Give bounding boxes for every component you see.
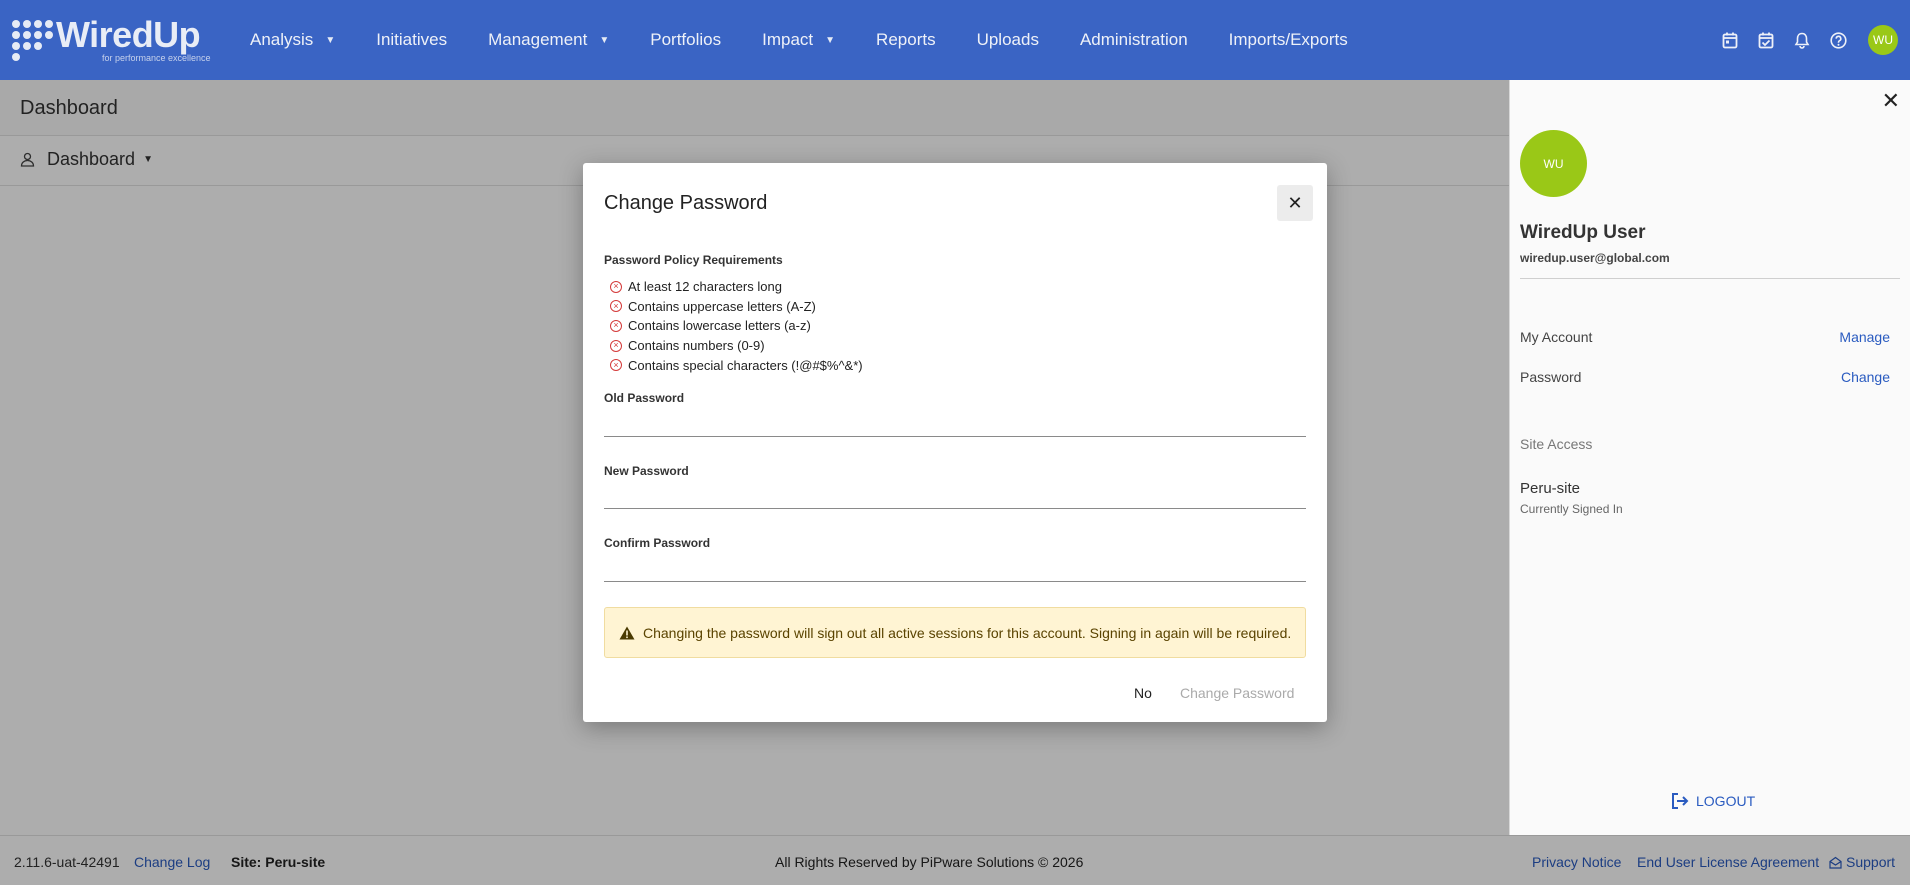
manage-account-link[interactable]: Manage — [1839, 329, 1890, 345]
caret-down-icon: ▼ — [325, 34, 336, 46]
logout-icon — [1670, 792, 1690, 810]
policy-item: × Contains uppercase letters (A-Z) — [604, 297, 863, 317]
close-icon[interactable]: ✕ — [1882, 88, 1900, 114]
nav-initiatives[interactable]: Initiatives — [376, 30, 447, 50]
bell-icon[interactable] — [1792, 30, 1812, 50]
nav-label: Management — [488, 30, 588, 49]
policy-text: Contains lowercase letters (a-z) — [628, 318, 811, 334]
main-nav: Analysis ▼ Initiatives Management ▼ Portfo… — [250, 0, 1389, 80]
caret-down-icon: ▼ — [599, 34, 610, 46]
caret-down-icon: ▼ — [825, 34, 836, 46]
nav-imports-exports[interactable]: Imports/Exports — [1229, 30, 1348, 50]
change-password-dialog: Change Password ✕ Password Policy Requir… — [583, 163, 1327, 722]
nav-management[interactable]: Management ▼ — [488, 30, 609, 50]
x-circle-icon: × — [610, 339, 622, 352]
warning-text: Changing the password will sign out all … — [643, 624, 1292, 641]
avatar: WU — [1520, 130, 1587, 197]
nav-analysis[interactable]: Analysis ▼ — [250, 30, 335, 50]
logo-dots-icon — [12, 20, 53, 61]
user-avatar[interactable]: WU — [1868, 25, 1898, 55]
user-name: WiredUp User — [1520, 222, 1646, 243]
nav-label: Administration — [1079, 30, 1188, 49]
close-icon[interactable]: ✕ — [1277, 185, 1313, 221]
policy-heading: Password Policy Requirements — [604, 253, 783, 267]
wiredup-logo[interactable]: WiredUp for performance excellence — [12, 14, 217, 66]
nav-administration[interactable]: Administration — [1080, 30, 1188, 50]
policy-text: Contains special characters (!@#$%^&*) — [628, 357, 863, 373]
session-warning: Changing the password will sign out all … — [604, 607, 1306, 658]
site-access-heading: Site Access — [1520, 436, 1593, 452]
top-navbar: WiredUp for performance excellence Analy… — [0, 0, 1910, 80]
policy-item: × Contains special characters (!@#$%^&*) — [604, 355, 863, 375]
user-side-panel: ✕ WU WiredUp User wiredup.user@global.co… — [1509, 80, 1910, 835]
change-password-link[interactable]: Change — [1841, 369, 1890, 385]
password-row: Password Change — [1520, 369, 1890, 385]
old-password-field[interactable] — [604, 407, 1306, 437]
confirm-password-label: Confirm Password — [604, 536, 711, 550]
dialog-title: Change Password — [604, 192, 768, 214]
nav-reports[interactable]: Reports — [876, 30, 936, 50]
site-name[interactable]: Peru-site — [1520, 480, 1580, 497]
nav-label: Uploads — [976, 30, 1039, 49]
policy-item: × Contains lowercase letters (a-z) — [604, 316, 863, 336]
x-circle-icon: × — [610, 280, 622, 293]
policy-list: × At least 12 characters long × Contains u… — [604, 277, 863, 375]
x-circle-icon: × — [610, 319, 622, 332]
logout-label: LOGOUT — [1696, 793, 1756, 809]
site-status: Currently Signed In — [1520, 502, 1623, 516]
nav-label: Reports — [876, 30, 936, 49]
new-password-label: New Password — [604, 464, 689, 478]
logo-text: WiredUp — [56, 14, 201, 55]
user-email: wiredup.user@global.com — [1520, 251, 1670, 265]
calendar-icon[interactable] — [1720, 30, 1740, 50]
policy-item: × At least 12 characters long — [604, 277, 863, 297]
nav-label: Portfolios — [650, 30, 722, 49]
nav-icon-bar: WU — [1720, 0, 1910, 80]
policy-text: Contains numbers (0-9) — [628, 338, 765, 354]
new-password-field[interactable] — [604, 479, 1306, 509]
nav-uploads[interactable]: Uploads — [977, 30, 1039, 50]
nav-label: Analysis — [250, 30, 314, 49]
x-circle-icon: × — [610, 359, 622, 372]
help-icon[interactable] — [1828, 30, 1848, 50]
logout-button[interactable]: LOGOUT — [1670, 792, 1755, 810]
divider — [1520, 278, 1900, 279]
x-circle-icon: × — [610, 300, 622, 313]
nav-label: Impact — [762, 30, 814, 49]
my-account-row: My Account Manage — [1520, 329, 1890, 345]
calendar-check-icon[interactable] — [1756, 30, 1776, 50]
logo-tagline: for performance excellence — [102, 53, 211, 63]
nav-portfolios[interactable]: Portfolios — [650, 30, 721, 50]
nav-impact[interactable]: Impact ▼ — [762, 30, 835, 50]
nav-label: Imports/Exports — [1228, 30, 1348, 49]
confirm-password-field[interactable] — [604, 552, 1306, 582]
nav-label: Initiatives — [376, 30, 448, 49]
password-label: Password — [1520, 369, 1582, 385]
no-button[interactable]: No — [1128, 681, 1158, 705]
policy-text: At least 12 characters long — [628, 279, 782, 295]
my-account-label: My Account — [1520, 329, 1593, 345]
warning-icon — [619, 626, 635, 639]
policy-item: × Contains numbers (0-9) — [604, 336, 863, 356]
change-password-button[interactable]: Change Password — [1172, 681, 1302, 705]
policy-text: Contains uppercase letters (A-Z) — [628, 298, 816, 314]
old-password-label: Old Password — [604, 391, 685, 405]
